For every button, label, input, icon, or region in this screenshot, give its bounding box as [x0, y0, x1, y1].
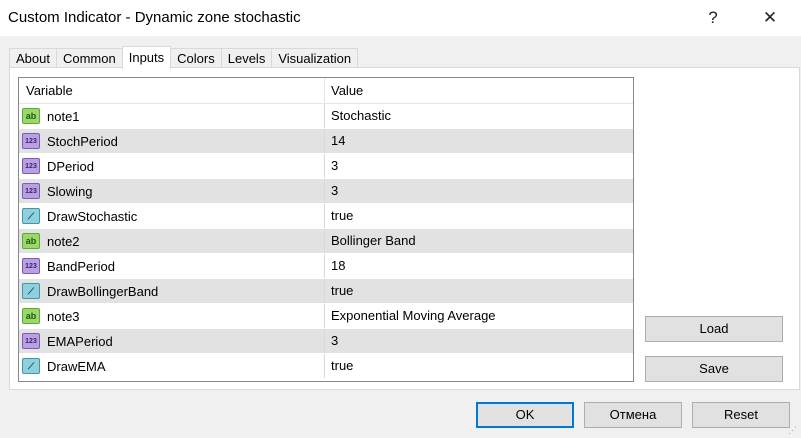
value-cell[interactable]: true [325, 354, 633, 378]
save-button[interactable]: Save [645, 356, 783, 382]
close-icon: ✕ [762, 8, 778, 27]
tab-strip: About Common Inputs Colors Levels Visual… [9, 46, 359, 69]
table-row[interactable]: ⟋ DrawBollingerBand true [19, 279, 633, 304]
load-button[interactable]: Load [645, 316, 783, 342]
value-cell[interactable]: 3 [325, 179, 633, 203]
variable-cell[interactable]: 123 Slowing [19, 179, 325, 203]
table-row[interactable]: ab note3 Exponential Moving Average [19, 304, 633, 329]
value-cell[interactable]: 3 [325, 154, 633, 178]
column-header-value[interactable]: Value [325, 78, 363, 103]
value-cell[interactable]: 18 [325, 254, 633, 278]
table-row[interactable]: ab note1 Stochastic [19, 104, 633, 129]
tab-visualization[interactable]: Visualization [271, 48, 359, 68]
variable-name: BandPeriod [47, 258, 115, 274]
table-row[interactable]: ⟋ DrawEMA true [19, 354, 633, 379]
value-cell[interactable]: 14 [325, 129, 633, 153]
value-cell[interactable]: Exponential Moving Average [325, 304, 633, 328]
variable-cell[interactable]: ab note2 [19, 229, 325, 253]
variable-name: DrawStochastic [47, 208, 138, 224]
integer-icon: 123 [22, 258, 40, 274]
close-button[interactable]: ✕ [747, 0, 793, 36]
variable-cell[interactable]: ⟋ DrawBollingerBand [19, 279, 325, 303]
integer-icon: 123 [22, 133, 40, 149]
table-row[interactable]: 123 StochPeriod 14 [19, 129, 633, 154]
variable-name: note2 [47, 233, 80, 249]
tab-levels[interactable]: Levels [220, 48, 272, 68]
string-icon: ab [22, 308, 40, 324]
reset-button[interactable]: Reset [692, 402, 790, 428]
tab-about[interactable]: About [9, 48, 56, 68]
help-icon: ? [708, 8, 718, 27]
variable-name: Slowing [47, 183, 93, 199]
value-cell[interactable]: 3 [325, 329, 633, 353]
variable-name: DPeriod [47, 158, 94, 174]
title-bar: Custom Indicator - Dynamic zone stochast… [0, 0, 801, 36]
help-button[interactable]: ? [690, 0, 736, 36]
boolean-icon: ⟋ [22, 208, 40, 224]
string-icon: ab [22, 233, 40, 249]
variable-cell[interactable]: 123 StochPeriod [19, 129, 325, 153]
window-title: Custom Indicator - Dynamic zone stochast… [8, 9, 301, 26]
variable-cell[interactable]: ⟋ DrawStochastic [19, 204, 325, 228]
integer-icon: 123 [22, 333, 40, 349]
table-row[interactable]: ⟋ DrawStochastic true [19, 204, 633, 229]
value-cell[interactable]: Bollinger Band [325, 229, 633, 253]
tab-common[interactable]: Common [55, 48, 122, 68]
integer-icon: 123 [22, 158, 40, 174]
value-cell[interactable]: Stochastic [325, 104, 633, 128]
table-row[interactable]: 123 BandPeriod 18 [19, 254, 633, 279]
variable-cell[interactable]: ⟋ DrawEMA [19, 354, 325, 378]
grid-rows: ab note1 Stochastic 123 StochPeriod 14 123 DPer… [19, 104, 633, 379]
variable-name: StochPeriod [47, 133, 118, 149]
table-row[interactable]: ab note2 Bollinger Band [19, 229, 633, 254]
inputs-grid[interactable]: Variable Value ab note1 Stochastic 123 Stoch… [18, 77, 634, 382]
integer-icon: 123 [22, 183, 40, 199]
variable-name: note3 [47, 308, 80, 324]
variable-name: EMAPeriod [47, 333, 113, 349]
variable-name: DrawBollingerBand [47, 283, 159, 299]
grid-header: Variable Value [19, 78, 633, 104]
variable-name: note1 [47, 108, 80, 124]
string-icon: ab [22, 108, 40, 124]
table-row[interactable]: 123 EMAPeriod 3 [19, 329, 633, 354]
variable-cell[interactable]: 123 EMAPeriod [19, 329, 325, 353]
value-cell[interactable]: true [325, 204, 633, 228]
cancel-button[interactable]: Отмена [584, 402, 682, 428]
ok-button[interactable]: OK [476, 402, 574, 428]
table-row[interactable]: 123 DPeriod 3 [19, 154, 633, 179]
value-cell[interactable]: true [325, 279, 633, 303]
boolean-icon: ⟋ [22, 358, 40, 374]
variable-cell[interactable]: 123 BandPeriod [19, 254, 325, 278]
tab-inputs[interactable]: Inputs [121, 46, 172, 69]
variable-cell[interactable]: 123 DPeriod [19, 154, 325, 178]
tab-colors[interactable]: Colors [171, 48, 221, 68]
variable-cell[interactable]: ab note3 [19, 304, 325, 328]
variable-cell[interactable]: ab note1 [19, 104, 325, 128]
column-header-variable[interactable]: Variable [19, 78, 325, 103]
boolean-icon: ⟋ [22, 283, 40, 299]
table-row[interactable]: 123 Slowing 3 [19, 179, 633, 204]
resize-grip-icon[interactable]: ⋰ [788, 425, 798, 435]
variable-name: DrawEMA [47, 358, 106, 374]
